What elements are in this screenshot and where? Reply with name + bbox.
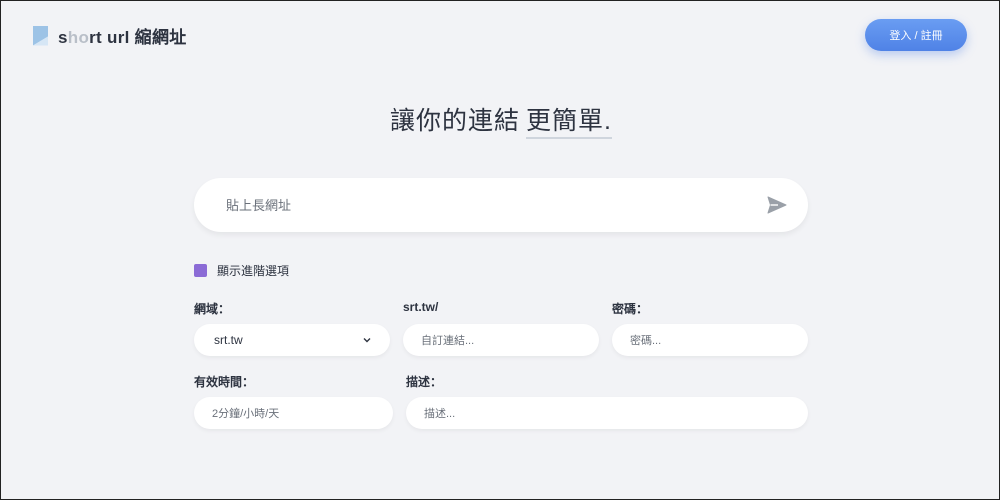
chevron-down-icon: [363, 338, 371, 343]
long-url-box: [194, 178, 808, 232]
expiry-label: 有效時間：: [194, 375, 255, 389]
logo[interactable]: short url 縮網址: [33, 23, 187, 48]
login-register-button[interactable]: 登入 / 註冊: [865, 19, 967, 51]
expiry-input[interactable]: 2分鐘/小時/天: [194, 397, 393, 429]
logo-text: short url 縮網址: [58, 28, 187, 47]
long-url-input[interactable]: [226, 197, 766, 213]
headline-text: 讓你的連結: [390, 107, 521, 135]
logo-icon: [33, 25, 48, 46]
headline-emphasis: 更簡單.: [526, 107, 612, 139]
domain-label: 網域：: [194, 302, 231, 316]
advanced-options-checkbox[interactable]: [194, 264, 207, 277]
send-icon[interactable]: [766, 194, 788, 216]
password-label: 密碼：: [612, 302, 649, 316]
domain-select-value: srt.tw: [214, 333, 243, 347]
domain-select[interactable]: srt.tw: [194, 324, 390, 356]
description-label: 描述：: [406, 375, 443, 389]
advanced-options-toggle[interactable]: 顯示進階選項: [194, 262, 289, 279]
advanced-options-label: 顯示進階選項: [217, 264, 290, 278]
slug-prefix-label: srt.tw/: [403, 300, 439, 314]
description-input[interactable]: 描述...: [406, 397, 808, 429]
page-headline: 讓你的連結 更簡單.: [1, 101, 1000, 139]
custom-slug-input[interactable]: 自訂連結...: [403, 324, 599, 356]
password-input[interactable]: 密碼...: [612, 324, 808, 356]
